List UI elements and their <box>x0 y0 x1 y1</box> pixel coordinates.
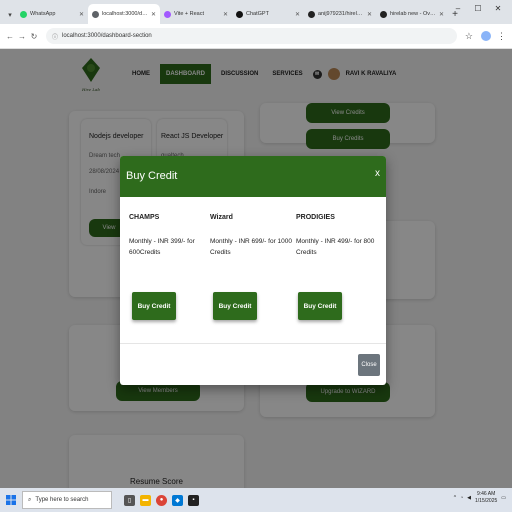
bookmark-star-icon[interactable]: ☆ <box>465 31 473 42</box>
close-icon[interactable]: x <box>375 168 380 179</box>
tab-github[interactable]: anij979231/hirelab-new✕ <box>304 4 376 24</box>
reload-icon[interactable]: ↻ <box>28 32 40 41</box>
windows-taskbar: ⌕ Type here to search ▯ ▬ ● ◆ ▪ ^ ◔ ◀ 9:… <box>0 488 512 512</box>
close-icon[interactable]: ✕ <box>79 11 84 18</box>
buy-credit-button[interactable]: Buy Credit <box>213 292 257 320</box>
github-icon <box>308 10 315 18</box>
back-icon[interactable]: ← <box>4 32 16 41</box>
plan-description: Monthly - INR 699/- for 1000 Credits <box>210 238 293 256</box>
modal-title: Buy Credit <box>126 170 178 182</box>
page-icon <box>92 10 99 18</box>
plan-name: PRODIGIES <box>296 214 335 221</box>
modal-footer: Close <box>120 343 386 385</box>
close-window-icon[interactable]: ✕ <box>488 4 508 13</box>
tab-chatgpt[interactable]: ChatGPT ✕ <box>232 4 304 24</box>
minimize-icon[interactable]: – <box>448 4 468 13</box>
close-button[interactable]: Close <box>358 354 380 376</box>
chevron-up-icon[interactable]: ^ <box>454 495 456 501</box>
page: Hire Lab HOME DASHBOARD DISCUSSION SERVI… <box>0 49 512 488</box>
modal-header: Buy Credit x <box>120 156 386 197</box>
close-icon[interactable]: ✕ <box>151 11 156 18</box>
browser-tab-bar: ▾ WhatsApp✕ localhost:3000/dashboard-✕ V… <box>0 0 512 24</box>
plan-name: Wizard <box>210 214 233 221</box>
plan-name: CHAMPS <box>129 214 160 221</box>
buy-credit-button[interactable]: Buy Credit <box>132 292 176 320</box>
site-info-icon[interactable]: ⓘ <box>52 32 58 41</box>
tab-whatsapp[interactable]: WhatsApp ✕ <box>16 4 88 24</box>
tab-vite[interactable]: Vite + React ✕ <box>160 4 232 24</box>
whatsapp-icon <box>20 10 27 18</box>
chatgpt-icon <box>236 10 243 18</box>
vscode-icon[interactable]: ◆ <box>172 494 183 506</box>
close-icon[interactable]: ✕ <box>439 11 444 18</box>
close-icon[interactable]: ✕ <box>367 11 372 18</box>
notification-icon[interactable]: ▭ <box>501 495 506 501</box>
network-icon[interactable]: ◔ <box>460 495 463 501</box>
windows-start-icon[interactable] <box>0 488 22 512</box>
chrome-icon[interactable]: ● <box>156 494 167 506</box>
search-icon: ⌕ <box>28 496 32 503</box>
close-icon[interactable]: ✕ <box>223 11 228 18</box>
task-view-icon[interactable]: ▯ <box>124 494 135 506</box>
window-controls: – ☐ ✕ <box>448 4 508 13</box>
tab-hirelab-overview[interactable]: hirelab new - Overview -✕ <box>376 4 448 24</box>
system-tray: ^ ◔ ◀ 9:46 AM 1/15/2025 ▭ <box>454 491 506 505</box>
tab-localhost[interactable]: localhost:3000/dashboard-✕ <box>88 4 160 24</box>
maximize-icon[interactable]: ☐ <box>468 4 488 13</box>
vite-icon <box>164 10 171 18</box>
taskbar-apps: ▯ ▬ ● ◆ ▪ <box>124 494 199 506</box>
clock[interactable]: 9:46 AM 1/15/2025 <box>475 491 497 505</box>
url-input[interactable]: ⓘ localhost:3000/dashboard-section <box>46 28 457 44</box>
forward-icon[interactable]: → <box>16 32 28 41</box>
azure-icon <box>380 10 387 18</box>
plan-prodigies: PRODIGIES Monthly - INR 499/- for 800 Cr… <box>296 214 384 320</box>
volume-icon[interactable]: ◀ <box>467 495 471 501</box>
plan-description: Monthly - INR 399/- for 600Credits <box>129 238 195 256</box>
terminal-icon[interactable]: ▪ <box>188 494 199 506</box>
menu-kebab-icon[interactable]: ⋮ <box>497 31 506 42</box>
tab-search-icon[interactable]: ▾ <box>4 6 16 24</box>
plan-champs: CHAMPS Monthly - INR 399/- for 600Credit… <box>129 214 217 320</box>
profile-avatar[interactable] <box>481 31 491 41</box>
address-bar: ← → ↻ ⓘ localhost:3000/dashboard-section… <box>0 24 512 49</box>
plan-description: Monthly - INR 499/- for 800 Credits <box>296 238 375 256</box>
buy-credit-button[interactable]: Buy Credit <box>298 292 342 320</box>
buy-credit-modal: Buy Credit x CHAMPS Monthly - INR 399/- … <box>120 156 386 385</box>
taskbar-search-input[interactable]: ⌕ Type here to search <box>22 491 112 509</box>
close-icon[interactable]: ✕ <box>295 11 300 18</box>
plan-wizard: Wizard Monthly - INR 699/- for 1000 Cred… <box>210 214 298 320</box>
file-explorer-icon[interactable]: ▬ <box>140 494 151 506</box>
